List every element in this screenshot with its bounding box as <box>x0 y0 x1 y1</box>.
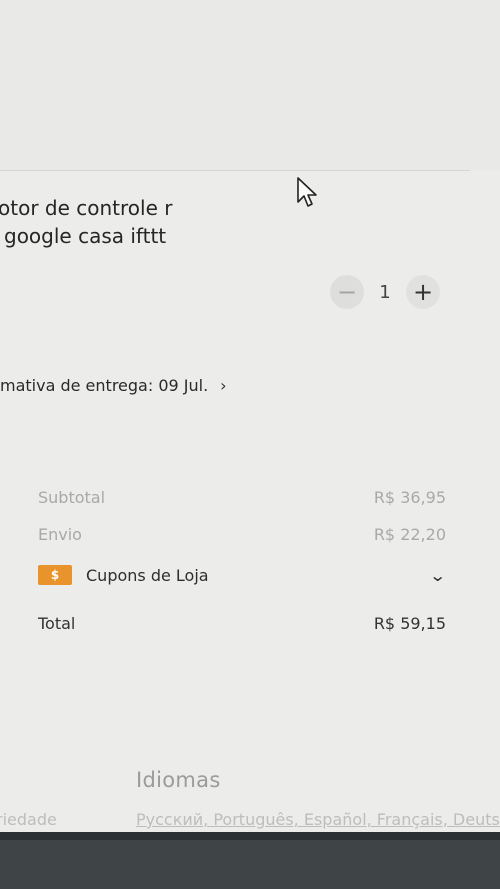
chevron-right-icon: › <box>220 376 227 395</box>
subtotal-value: R$ 36,95 <box>373 488 446 507</box>
total-label: Total <box>38 614 76 633</box>
coupon-icon: $ <box>38 565 72 585</box>
delivery-estimate-link[interactable]: mativa de entrega: 09 Jul. › <box>0 376 227 395</box>
language-links[interactable]: Русский, Português, Español, Français, D… <box>136 810 500 829</box>
quantity-decrease-button[interactable]: − <box>330 275 364 309</box>
footer-links: riedade Русский, Português, Español, Fra… <box>0 810 500 832</box>
footer-left-link[interactable]: riedade <box>0 810 57 829</box>
quantity-stepper: − 1 + <box>330 275 440 309</box>
taskbar-top-edge <box>0 832 500 840</box>
quantity-value: 1 <box>379 281 391 303</box>
store-coupons-label-group: $ Cupons de Loja <box>38 565 209 585</box>
languages-heading: Idiomas <box>136 768 221 792</box>
os-taskbar <box>0 832 500 889</box>
total-value: R$ 59,15 <box>373 614 446 633</box>
arrow-cursor-icon <box>297 177 317 207</box>
subtotal-label: Subtotal <box>38 488 106 507</box>
store-coupons-toggle[interactable]: $ Cupons de Loja ⌄ <box>38 565 446 585</box>
subtotal-row: Subtotal R$ 36,95 <box>38 488 446 507</box>
delivery-estimate-text: mativa de entrega: 09 Jul. <box>0 376 209 395</box>
product-title[interactable]: otor de controle r google casa ifttt <box>0 194 470 250</box>
section-divider <box>0 170 470 171</box>
chevron-down-icon[interactable]: ⌄ <box>429 566 446 585</box>
shipping-value: R$ 22,20 <box>373 525 446 544</box>
quantity-increase-button[interactable]: + <box>406 275 440 309</box>
product-title-line-2: google casa ifttt <box>4 224 167 248</box>
top-blank-area <box>0 0 500 170</box>
total-row: Total R$ 59,15 <box>38 614 446 633</box>
shipping-row: Envio R$ 22,20 <box>38 525 446 544</box>
product-title-line-1: otor de controle r <box>0 196 173 220</box>
shipping-label: Envio <box>38 525 82 544</box>
store-coupons-label: Cupons de Loja <box>86 565 209 585</box>
